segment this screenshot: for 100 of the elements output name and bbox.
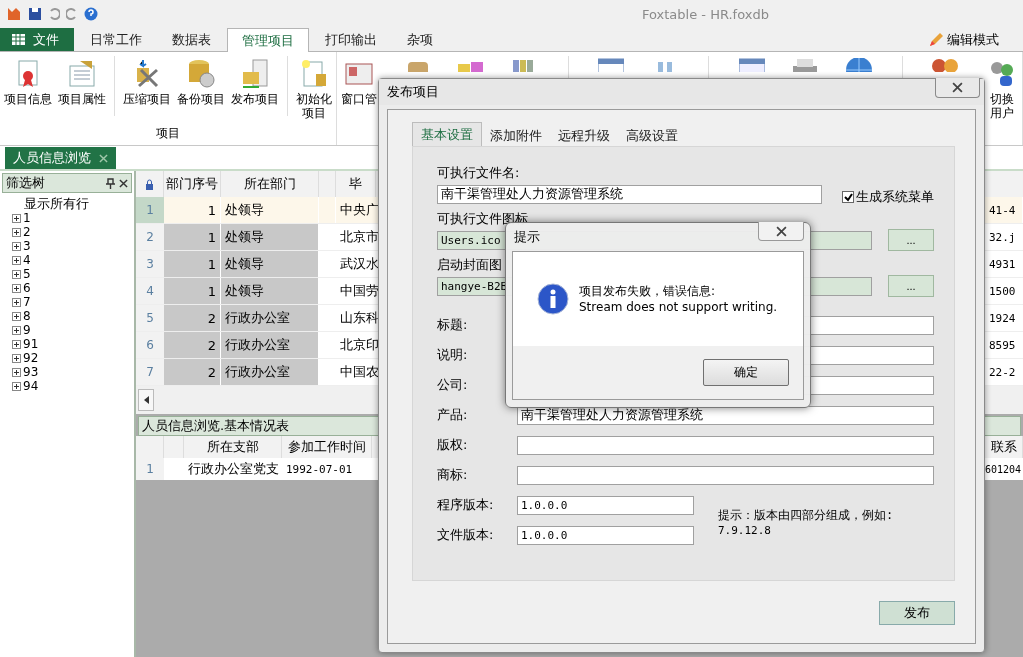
menu-tab[interactable]: 打印输出 [311,28,391,51]
ribbon-button-label: 窗口管 [341,92,377,106]
menu-tab[interactable]: 日常工作 [76,28,156,51]
ribbon-button[interactable]: 窗口管 [339,56,379,108]
expand-icon[interactable] [12,283,21,293]
tree-item[interactable]: 4 [23,253,31,267]
printer-icon [792,58,819,72]
close-button[interactable] [935,78,980,98]
ribbon-button-label: 切换用户 [989,92,1014,120]
table-cell: 2 [164,305,221,331]
dialog-tab[interactable]: 基本设置 [412,122,482,146]
table-cell: 1 [164,278,221,304]
row-number: 1 [136,197,164,223]
close-icon[interactable] [119,178,128,188]
pin-icon[interactable] [106,177,115,189]
expand-icon[interactable] [12,241,21,251]
ribbon-button[interactable] [930,56,961,74]
row-number: 6 [136,332,164,358]
expand-icon[interactable] [12,381,21,391]
expand-icon[interactable] [12,269,21,279]
field-label: 可执行文件名: [437,164,521,182]
expand-icon[interactable] [12,353,21,363]
expand-icon[interactable] [12,227,21,237]
browse-button[interactable]: ... [888,275,934,297]
ribbon-button-label: 项目信息 [4,92,52,106]
menu-tab[interactable]: 管理项目 [227,28,309,52]
expand-icon[interactable] [12,325,21,335]
window-icon [738,58,765,72]
ribbon-button[interactable]: 项目信息 [2,56,54,108]
message-text: 项目发布失败，错误信息: Stream does not support writing. [579,283,778,315]
ribbon-button[interactable]: 初始化项目 [294,56,334,122]
ribbon-button[interactable]: 备份项目 [175,56,227,108]
tree-item[interactable]: 8 [23,309,31,323]
lock-icon[interactable] [145,178,154,190]
dialog-tab[interactable]: 高级设置 [618,126,686,146]
expand-icon[interactable] [12,311,21,321]
table-icon [12,34,25,45]
save-icon[interactable] [28,7,42,21]
ribbon-button[interactable] [736,56,767,74]
input-field[interactable] [517,465,934,485]
expand-icon[interactable] [12,297,21,307]
dialog-tab[interactable]: 添加附件 [482,126,550,146]
expand-icon[interactable] [12,213,21,223]
expand-icon[interactable] [12,367,21,377]
document-tab[interactable]: 人员信息浏览 [5,147,116,169]
app-logo-icon[interactable] [6,6,22,22]
hint-example: 7.9.12.8 [718,524,772,537]
expand-icon[interactable] [12,255,21,265]
publish-button[interactable]: 发布 [879,601,955,625]
scroll-left-button[interactable] [138,389,154,411]
input-field[interactable]: 南干渠管理处人力资源管理系统 [437,184,822,204]
form-icon [66,58,98,90]
ribbon-button-label: 备份项目 [177,92,225,106]
file-menu-tab[interactable]: 文件 [0,28,74,51]
close-icon[interactable] [775,225,787,237]
tree-item[interactable]: 6 [23,281,31,295]
input-field[interactable] [517,435,934,455]
expand-icon[interactable] [12,339,21,349]
ribbon-button[interactable]: 项目属性 [56,56,108,108]
close-button[interactable] [758,222,804,241]
edit-mode-label[interactable]: 编辑模式 [947,30,999,49]
tree-item[interactable]: 5 [23,267,31,281]
tree-item[interactable]: 92 [23,351,39,365]
checkbox-label[interactable]: 生成系统菜单 [856,188,934,206]
browse-button[interactable]: ... [888,229,934,251]
tree-item[interactable]: 3 [23,239,31,253]
menu-tab[interactable]: 数据表 [158,28,225,51]
close-icon[interactable] [952,82,963,93]
tree-item[interactable]: 显示所有行 [24,197,89,211]
field-label: 说明: [437,346,469,364]
table-cell: 处领导 [221,251,319,277]
ok-button[interactable]: 确定 [703,359,789,386]
ribbon-button[interactable]: 压缩项目 [121,56,173,108]
check-icon [843,192,853,202]
dialog-tab[interactable]: 远程升级 [550,126,618,146]
tree-item[interactable]: 1 [23,211,31,225]
row-number: 4 [136,278,164,304]
ribbon-button[interactable]: 切换用户 [983,56,1020,122]
field-label: 启动封面图 [437,256,503,274]
ribbon-group-label: 项目 [156,125,180,142]
row-number: 7 [136,359,164,385]
input-field[interactable]: 1.0.0.0 [517,495,694,515]
panel-title: 筛选树 [6,174,45,192]
field-label: 程序版本: [437,496,495,514]
tree-item[interactable]: 7 [23,295,31,309]
tree-item[interactable]: 94 [23,379,39,393]
checkbox[interactable] [842,191,854,203]
ribbon-button[interactable]: 发布项目 [229,56,281,108]
tree-item[interactable]: 91 [23,337,39,351]
tree-item[interactable]: 9 [23,323,31,337]
tree-item[interactable]: 2 [23,225,31,239]
table-cell: 处领导 [221,224,319,250]
menu-tab[interactable]: 杂项 [393,28,447,51]
tree-item[interactable]: 93 [23,365,39,379]
table-cell: 2 [164,332,221,358]
input-field[interactable]: 1.0.0.0 [517,525,694,545]
help-icon[interactable] [84,7,98,21]
ribbon-button[interactable] [596,56,627,74]
ribbon-button-label: 初始化项目 [296,92,332,120]
ribbon-button-label: 项目属性 [58,92,106,106]
